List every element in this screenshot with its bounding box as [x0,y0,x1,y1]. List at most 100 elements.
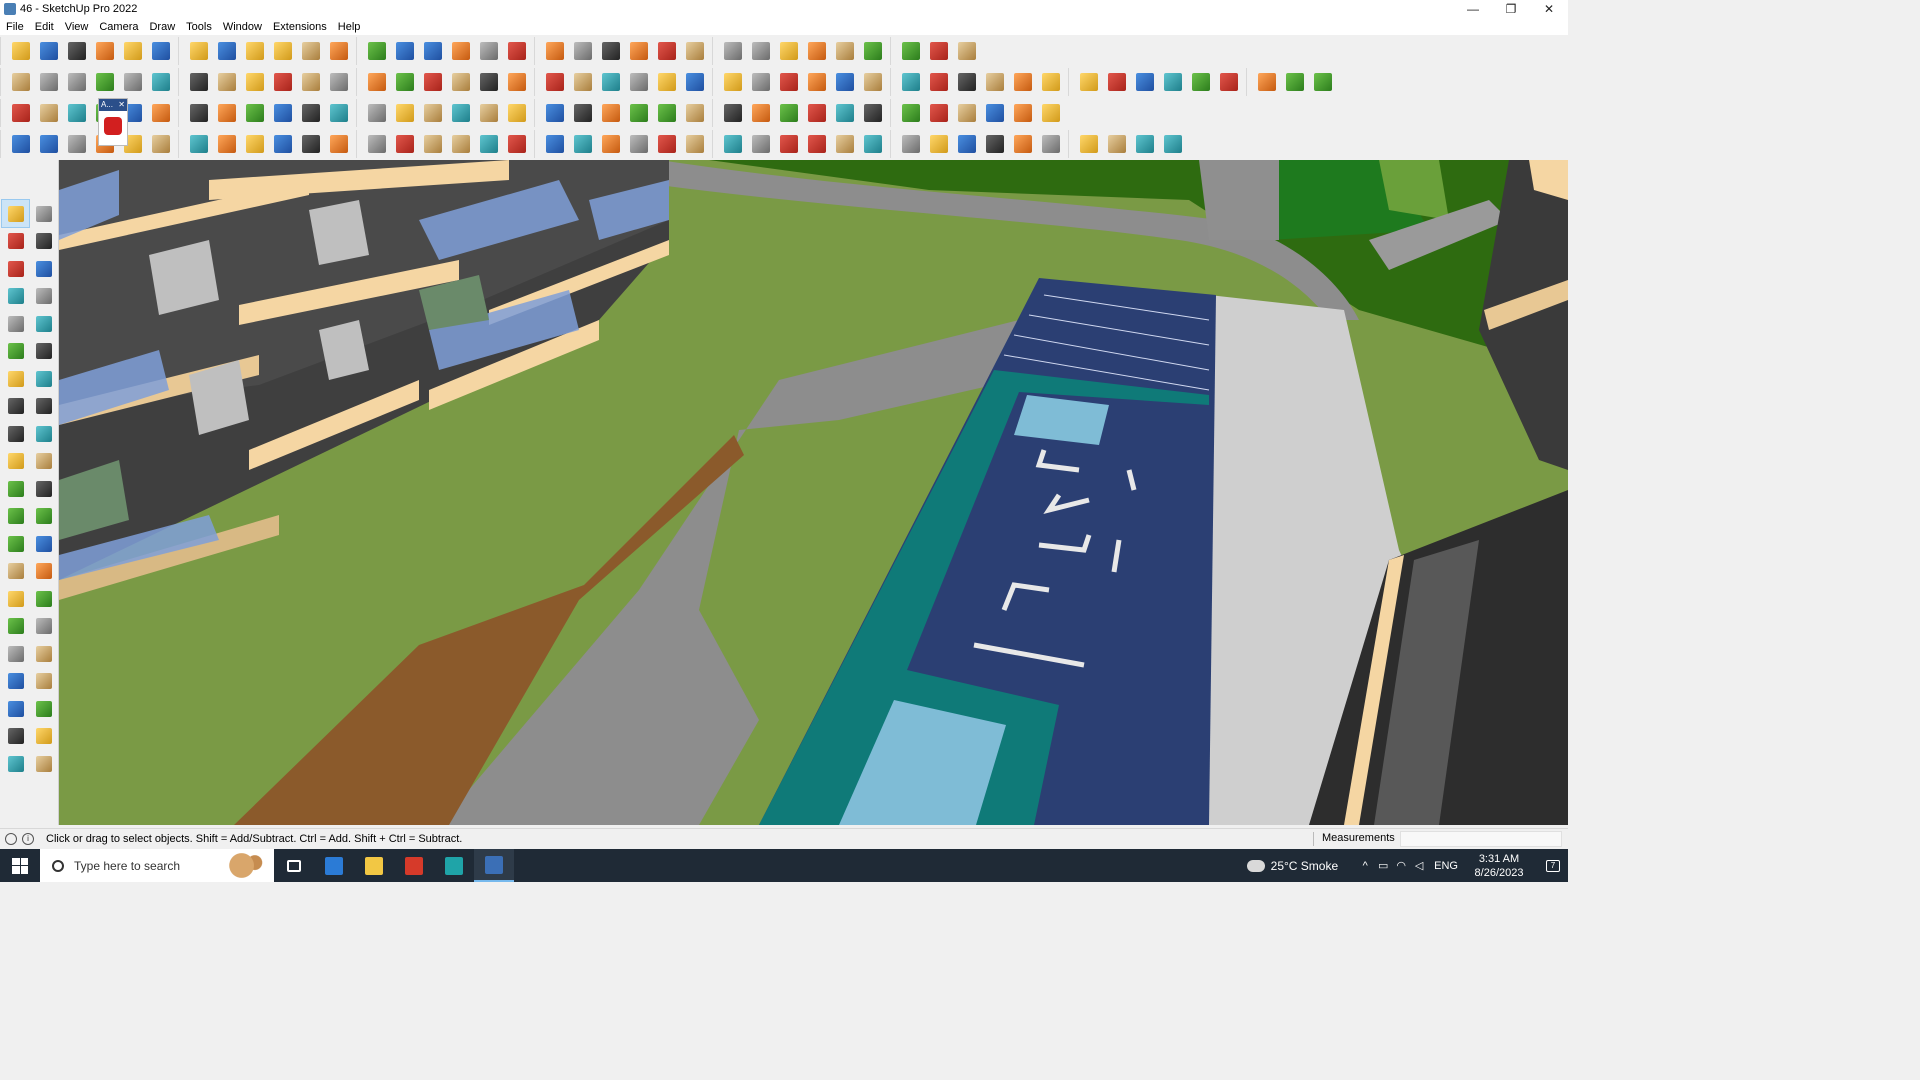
menu-extensions[interactable]: Extensions [267,21,332,33]
arc-button[interactable] [325,68,353,96]
move-button[interactable] [597,99,625,127]
user-button[interactable] [653,37,681,65]
tape-button[interactable] [325,37,353,65]
axis-button[interactable] [747,37,775,65]
window-button[interactable] [859,99,887,127]
scale-tool-button[interactable] [2,475,29,502]
select-button[interactable] [35,37,63,65]
ruby-icon[interactable] [104,117,122,135]
sandbox-button[interactable] [475,68,503,96]
scale-button[interactable] [297,37,325,65]
chevron-up-icon[interactable]: ^ [1356,860,1374,872]
orbit-tool-button[interactable] [2,585,29,612]
section-plane-button[interactable] [681,37,709,65]
menu-help[interactable]: Help [332,21,366,33]
hatch-button[interactable] [1131,130,1159,158]
menu-draw[interactable]: Draw [143,21,180,33]
perspective-button[interactable] [859,37,887,65]
hatch-button[interactable] [1103,130,1131,158]
textured-box-button[interactable] [63,68,91,96]
components-button[interactable] [569,37,597,65]
volume-icon[interactable]: ◁ [1410,859,1428,872]
eraser-button[interactable] [63,37,91,65]
triangle-button[interactable] [475,99,503,127]
plane-button[interactable] [63,99,91,127]
house-button[interactable] [569,68,597,96]
paint-button[interactable] [147,37,175,65]
file-explorer-button[interactable] [354,849,394,882]
grid-button[interactable] [681,99,709,127]
arch-button[interactable] [391,130,419,158]
tape-measure-tool-button[interactable] [2,503,29,530]
measure-button[interactable] [1103,68,1131,96]
push-button[interactable] [91,68,119,96]
calculator-button[interactable] [314,849,354,882]
rectangle-button[interactable] [803,68,831,96]
bezier-button[interactable] [35,130,63,158]
leaf-button[interactable] [747,68,775,96]
zoom-window-tool-button[interactable] [30,613,57,640]
paint-bucket-button[interactable] [391,37,419,65]
follow-me-tool-button[interactable] [30,448,57,475]
taskbar-search-box[interactable]: Type here to search [40,849,274,882]
photo-button[interactable] [1309,68,1337,96]
layout-tool-button[interactable] [2,750,29,777]
box-button[interactable] [775,130,803,158]
terrain-button[interactable] [503,68,531,96]
render-button[interactable] [1187,68,1215,96]
dimension-tool-button[interactable] [30,503,57,530]
3ds-max-button[interactable] [434,849,474,882]
menu-file[interactable]: File [0,21,29,33]
hatch-button[interactable] [897,130,925,158]
two-point-arc-tool-button[interactable] [30,365,57,392]
line-button[interactable] [7,130,35,158]
loop-button[interactable] [503,99,531,127]
extrude-button[interactable] [119,68,147,96]
follow-me-button[interactable] [213,37,241,65]
minimize-button[interactable]: — [1454,0,1492,18]
material-button[interactable] [1131,68,1159,96]
hatch-button[interactable] [953,130,981,158]
weather-widget[interactable]: 25°C Smoke [1246,859,1338,873]
flip-x-button[interactable] [391,68,419,96]
zoom-extents-button[interactable] [503,37,531,65]
clock[interactable]: 3:31 AM 8/26/2023 [1466,852,1532,880]
push-pull-tool-button[interactable] [30,420,57,447]
curve-button[interactable] [241,99,269,127]
flip-button[interactable] [775,37,803,65]
links-button[interactable] [775,99,803,127]
sphere-button[interactable] [1037,130,1065,158]
axes-tool-button[interactable] [2,558,29,585]
path-button[interactable] [1037,68,1065,96]
globe-button[interactable] [213,130,241,158]
links-button[interactable] [747,99,775,127]
info-icon[interactable]: i [22,833,34,845]
rectangle-tool-button[interactable] [2,310,29,337]
hatch-button[interactable] [925,130,953,158]
curve-button[interactable] [1009,68,1037,96]
soften-button[interactable] [363,68,391,96]
pencil-tool-button[interactable] [30,255,57,282]
fan-button[interactable] [503,130,531,158]
grid-button[interactable] [1037,99,1065,127]
pie-tool-button[interactable] [30,393,57,420]
components-tool-button[interactable] [2,255,29,282]
tile-button[interactable] [953,99,981,127]
lightning-button[interactable] [719,68,747,96]
hatch-button[interactable] [981,130,1009,158]
floating-toolbar-chip[interactable]: A... ✕ [98,98,128,146]
box-button[interactable] [1281,68,1309,96]
ring-button[interactable] [569,99,597,127]
flip-z-button[interactable] [447,68,475,96]
car-button[interactable] [63,130,91,158]
leaf-button[interactable] [541,130,569,158]
line-tool-button[interactable] [2,283,29,310]
cone-button[interactable] [419,99,447,127]
cross-button[interactable] [391,99,419,127]
select-tool-button[interactable] [1,199,30,228]
text-tool-button[interactable] [30,530,57,557]
orbit-button[interactable] [419,37,447,65]
zoom-tool-button[interactable] [2,613,29,640]
curve-button[interactable] [363,130,391,158]
tile-button[interactable] [925,99,953,127]
